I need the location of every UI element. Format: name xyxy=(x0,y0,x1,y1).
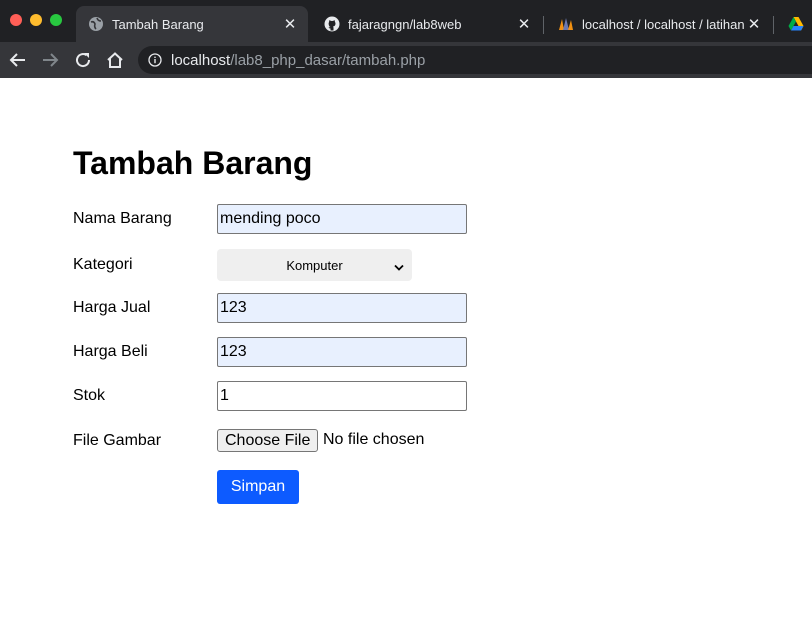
harga-beli-input[interactable] xyxy=(217,337,467,367)
file-gambar-label: File Gambar xyxy=(73,432,162,449)
tab-github[interactable]: fajaragngn/lab8web ✕ xyxy=(312,6,542,42)
reload-icon[interactable] xyxy=(71,48,95,72)
kategori-select[interactable]: Komputer xyxy=(217,249,412,281)
nama-barang-input[interactable] xyxy=(217,204,467,234)
browser-tab-bar: Tambah Barang ✕ fajaragngn/lab8web ✕ loc… xyxy=(0,0,812,42)
simpan-button[interactable]: Simpan xyxy=(217,470,299,504)
phpmyadmin-icon xyxy=(558,16,574,32)
page-content: Tambah Barang Nama Barang Kategori Kompu… xyxy=(0,78,812,629)
forward-arrow-icon[interactable] xyxy=(38,48,62,72)
url-host: localhost xyxy=(171,51,231,69)
close-tab-icon[interactable]: ✕ xyxy=(514,15,534,33)
tab-separator xyxy=(773,16,774,34)
harga-jual-label: Harga Jual xyxy=(73,299,151,316)
globe-icon xyxy=(88,16,104,32)
kategori-label: Kategori xyxy=(73,256,133,273)
tab-title: fajaragngn/lab8web xyxy=(348,16,462,32)
tab-title: localhost / localhost / latihan1 xyxy=(582,16,744,32)
tab-separator xyxy=(543,16,544,34)
stok-input[interactable] xyxy=(217,381,467,411)
close-tab-icon[interactable]: ✕ xyxy=(744,15,764,33)
back-arrow-icon[interactable] xyxy=(6,48,30,72)
window-zoom-button[interactable] xyxy=(50,14,62,26)
tab-phpmyadmin[interactable]: localhost / localhost / latihan1 ✕ xyxy=(546,6,772,42)
close-tab-icon[interactable]: ✕ xyxy=(280,15,300,33)
tab-title: Tambah Barang xyxy=(112,16,204,32)
github-icon xyxy=(324,16,340,32)
choose-file-button[interactable]: Choose File xyxy=(217,429,319,452)
chevron-down-icon xyxy=(394,260,404,275)
info-icon[interactable] xyxy=(148,53,162,67)
home-icon[interactable] xyxy=(103,48,127,72)
window-minimize-button[interactable] xyxy=(30,14,42,26)
harga-beli-label: Harga Beli xyxy=(73,343,148,360)
google-drive-icon xyxy=(788,16,804,32)
window-close-button[interactable] xyxy=(10,14,22,26)
kategori-selected-value: Komputer xyxy=(286,257,343,273)
page-title: Tambah Barang xyxy=(73,145,313,181)
harga-jual-input[interactable] xyxy=(217,293,467,323)
address-bar[interactable]: localhost/lab8_php_dasar/tambah.php xyxy=(138,46,812,74)
tab-google-drive[interactable] xyxy=(776,6,812,42)
tab-tambah-barang[interactable]: Tambah Barang ✕ xyxy=(76,6,308,42)
stok-label: Stok xyxy=(73,387,106,404)
url-path: /lab8_php_dasar/tambah.php xyxy=(230,51,426,69)
nama-barang-label: Nama Barang xyxy=(73,210,172,227)
url-text: localhost/lab8_php_dasar/tambah.php xyxy=(171,52,425,69)
browser-toolbar: localhost/lab8_php_dasar/tambah.php xyxy=(0,42,812,78)
file-status-text: No file chosen xyxy=(323,431,425,448)
